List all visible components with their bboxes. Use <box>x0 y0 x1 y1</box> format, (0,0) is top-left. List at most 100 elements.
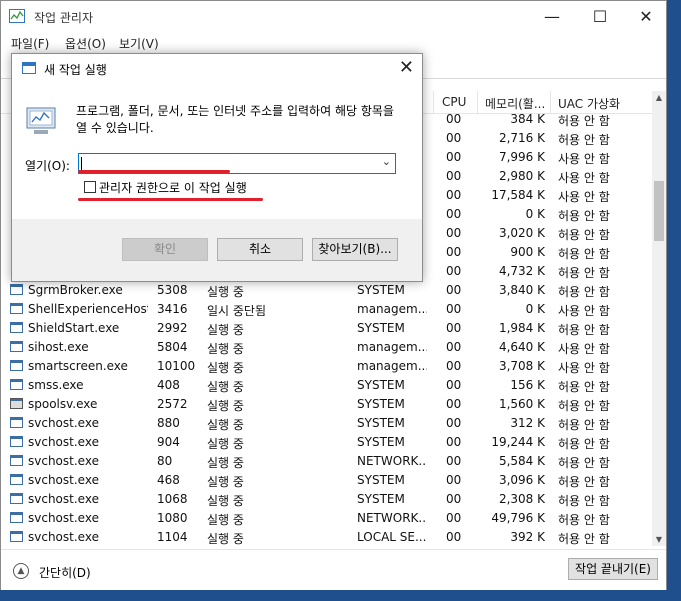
cell-user: NETWORK... <box>357 511 427 525</box>
process-icon <box>10 436 23 447</box>
cell-status: 실행 중 <box>207 513 244 527</box>
process-icon <box>10 398 23 409</box>
process-icon <box>10 493 23 504</box>
column-memory[interactable]: 메모리(활... <box>485 95 545 112</box>
cell-user: SYSTEM <box>357 473 405 487</box>
cell-uac: 허용 안 함 <box>558 475 610 489</box>
cell-cpu: 00 <box>446 207 462 221</box>
cell-cpu: 00 <box>446 340 462 354</box>
cell-name: svchost.exe <box>28 530 99 544</box>
cell-memory: 392 K <box>510 530 545 544</box>
task-manager-app-icon <box>9 9 25 23</box>
ok-button[interactable]: 확인 <box>122 238 208 261</box>
cell-memory: 3,020 K <box>498 226 545 240</box>
column-cpu[interactable]: CPU <box>442 95 466 109</box>
cell-status: 실행 중 <box>207 285 244 299</box>
cell-user: SYSTEM <box>357 283 405 297</box>
cell-uac: 허용 안 함 <box>558 323 610 337</box>
end-task-button[interactable]: 작업 끝내기(E) <box>568 558 658 580</box>
cell-memory: 3,840 K <box>498 283 545 297</box>
cell-user: SYSTEM <box>357 435 405 449</box>
cell-memory: 1,560 K <box>498 397 545 411</box>
run-new-task-dialog: 새 작업 실행 ✕ 프로그램, 폴더, 문서, 또는 인터넷 주소를 입력하여 … <box>11 53 423 282</box>
table-row[interactable]: svchost.exe 1068 실행 중 SYSTEM 00 2,308 K 허용 안 함 <box>1 490 652 509</box>
cell-pid: 5308 <box>157 283 188 297</box>
cell-user: managem... <box>357 340 427 354</box>
cell-cpu: 00 <box>446 397 462 411</box>
cell-name: spoolsv.exe <box>28 397 98 411</box>
table-row[interactable]: ShellExperienceHost... 3416 일시 중단됨 managem.… <box>1 300 652 319</box>
table-row[interactable]: sihost.exe 5804 실행 중 managem... 00 4,640 K 사용 … <box>1 338 652 357</box>
cell-uac: 허용 안 함 <box>558 437 610 451</box>
menu-options[interactable]: 옵션(O) <box>65 35 106 52</box>
table-row[interactable]: spoolsv.exe 2572 실행 중 SYSTEM 00 1,560 K 허용 안 함 <box>1 395 652 414</box>
cell-memory: 49,796 K <box>491 511 545 525</box>
column-separator <box>433 91 434 113</box>
cell-name: smartscreen.exe <box>28 359 128 373</box>
scroll-up-icon[interactable]: ▲ <box>652 93 666 102</box>
cell-status: 실행 중 <box>207 380 244 394</box>
cell-pid: 880 <box>157 416 180 430</box>
table-row[interactable]: smss.exe 408 실행 중 SYSTEM 00 156 K 허용 안 함 <box>1 376 652 395</box>
minimize-icon[interactable]: — <box>529 1 575 32</box>
menu-view[interactable]: 보기(V) <box>119 35 159 52</box>
cell-status: 실행 중 <box>207 323 244 337</box>
cell-name: svchost.exe <box>28 473 99 487</box>
cell-pid: 904 <box>157 435 180 449</box>
admin-checkbox[interactable] <box>84 181 96 193</box>
vertical-scrollbar[interactable]: ▲ ▼ <box>652 91 666 546</box>
cell-name: svchost.exe <box>28 511 99 525</box>
cell-cpu: 00 <box>446 321 462 335</box>
cell-name: ShellExperienceHost... <box>28 302 148 316</box>
admin-checkbox-label[interactable]: 관리자 권한으로 이 작업 실행 <box>99 179 247 196</box>
cell-name: svchost.exe <box>28 435 99 449</box>
cell-uac: 허용 안 함 <box>558 228 610 242</box>
cell-user: managem... <box>357 302 427 316</box>
cell-memory: 900 K <box>510 245 545 259</box>
cell-cpu: 00 <box>446 150 462 164</box>
table-row[interactable]: svchost.exe 1080 실행 중 NETWORK... 00 49,796 K 허… <box>1 509 652 528</box>
chevron-up-icon[interactable]: ▲ <box>13 563 29 579</box>
table-row[interactable]: svchost.exe 904 실행 중 SYSTEM 00 19,244 K 허용 안 함 <box>1 433 652 452</box>
cell-status: 실행 중 <box>207 342 244 356</box>
scroll-thumb[interactable] <box>654 181 664 241</box>
process-icon <box>10 474 23 485</box>
table-row[interactable]: ShieldStart.exe 2992 실행 중 SYSTEM 00 1,984 K 허용… <box>1 319 652 338</box>
process-icon <box>10 322 23 333</box>
chevron-down-icon[interactable]: ⌄ <box>382 155 391 168</box>
cell-uac: 사용 안 함 <box>558 361 610 375</box>
table-row[interactable]: smartscreen.exe 10100 실행 중 managem... 00 3,70… <box>1 357 652 376</box>
cell-pid: 10100 <box>157 359 196 373</box>
cell-user: SYSTEM <box>357 321 405 335</box>
table-row[interactable]: svchost.exe 80 실행 중 NETWORK... 00 5,584 K 허용 안… <box>1 452 652 471</box>
column-uac[interactable]: UAC 가상화 <box>558 95 620 112</box>
browse-button[interactable]: 찾아보기(B)... <box>312 238 398 261</box>
cell-uac: 사용 안 함 <box>558 304 610 318</box>
fewer-details-link[interactable]: 간단히(D) <box>39 564 91 581</box>
cell-uac: 허용 안 함 <box>558 494 610 508</box>
cell-memory: 3,708 K <box>498 359 545 373</box>
cell-cpu: 00 <box>446 473 462 487</box>
scroll-down-icon[interactable]: ▼ <box>652 535 666 544</box>
cancel-button[interactable]: 취소 <box>217 238 303 261</box>
maximize-icon[interactable]: ☐ <box>577 1 623 32</box>
cell-cpu: 00 <box>446 264 462 278</box>
table-row[interactable]: SgrmBroker.exe 5308 실행 중 SYSTEM 00 3,840 K 허용 … <box>1 281 652 300</box>
menu-file[interactable]: 파일(F) <box>11 35 49 52</box>
cell-uac: 허용 안 함 <box>558 456 610 470</box>
cell-memory: 5,584 K <box>498 454 545 468</box>
run-dialog-title-icon <box>22 62 36 74</box>
cell-cpu: 00 <box>446 131 462 145</box>
cell-memory: 7,996 K <box>498 150 545 164</box>
dialog-button-area: 확인 취소 찾아보기(B)... <box>12 219 422 281</box>
table-row[interactable]: svchost.exe 1104 실행 중 LOCAL SE... 00 392 K 허용 … <box>1 528 652 546</box>
cell-memory: 2,308 K <box>498 492 545 506</box>
cell-memory: 4,732 K <box>498 264 545 278</box>
table-row[interactable]: svchost.exe 880 실행 중 SYSTEM 00 312 K 허용 안 함 <box>1 414 652 433</box>
dialog-close-icon[interactable]: ✕ <box>399 57 414 78</box>
table-row[interactable]: svchost.exe 468 실행 중 SYSTEM 00 3,096 K 허용 안 함 <box>1 471 652 490</box>
cell-pid: 1080 <box>157 511 188 525</box>
cell-uac: 허용 안 함 <box>558 380 610 394</box>
cell-status: 실행 중 <box>207 532 244 546</box>
close-icon[interactable]: ✕ <box>623 1 669 32</box>
